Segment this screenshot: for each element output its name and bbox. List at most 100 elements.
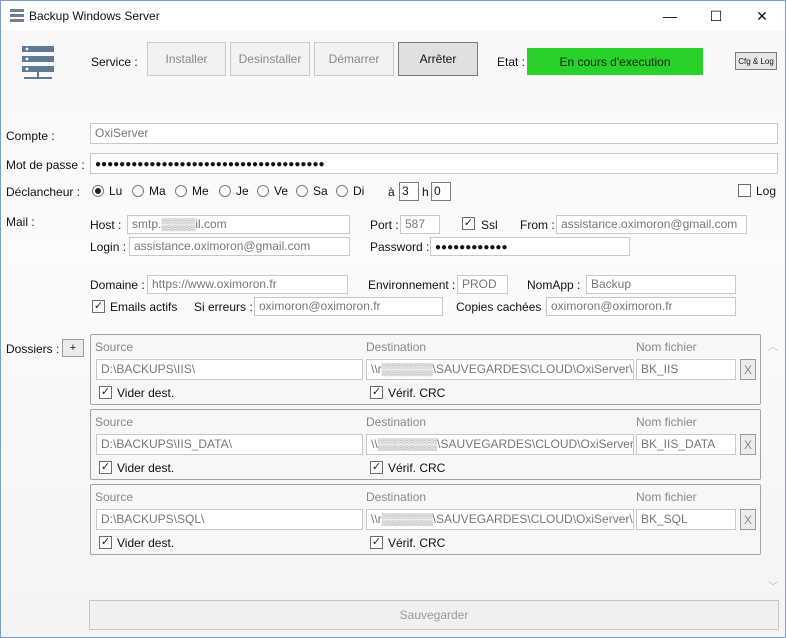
status-badge: En cours d'execution [527,48,703,75]
destination-input[interactable]: \\r▒▒▒▒▒▒\SAUVEGARDES\CLOUD\OxiServer\SQ… [366,509,634,530]
if-errors-input[interactable]: oximoron@oximoron.fr [254,297,443,316]
clear-dest-label: Vider dest. [117,461,175,475]
stop-button[interactable]: Arrêter [398,42,478,76]
filename-input[interactable]: BK_IIS_DATA [636,434,736,455]
title-bar: Backup Windows Server — ☐ ✕ [1,1,785,31]
verify-crc-label: Vérif. CRC [388,386,446,400]
environment-label: Environnement : [368,278,456,292]
uninstall-button[interactable]: Desinstaller [230,42,310,76]
remove-folder-button[interactable]: X [740,434,756,455]
window-title: Backup Windows Server [29,9,160,23]
mail-password-input[interactable]: ●●●●●●●●●●●● [430,237,630,256]
filename-input[interactable]: BK_SQL [636,509,736,530]
start-button[interactable]: Démarrer [314,42,394,76]
account-input[interactable]: OxiServer [90,123,778,144]
domain-label: Domaine : [90,278,145,292]
port-input[interactable]: 587 [400,215,440,234]
from-input[interactable]: assistance.oximoron@gmail.com [556,215,747,234]
destination-input[interactable]: \\r▒▒▒▒▒▒\SAUVEGARDES\CLOUD\OxiServer\II… [366,359,634,380]
cfg-log-button[interactable]: Cfg & Log [735,52,777,70]
server-logo-icon [22,46,54,79]
source-input[interactable]: D:\BACKUPS\IIS_DATA\ [96,434,363,455]
bcc-input[interactable]: oximoron@oximoron.fr [546,297,736,316]
state-label: Etat : [497,55,526,69]
verify-crc-checkbox[interactable]: ✓ [370,461,383,474]
radio-day-sa[interactable] [296,185,308,197]
radio-day-ma[interactable] [132,185,144,197]
appname-label: NomApp : [527,278,581,292]
from-label: From : [520,218,555,232]
day-label-me: Me [192,184,209,198]
appname-input[interactable]: Backup [586,275,736,294]
if-errors-label: Si erreurs : [194,300,253,314]
source-input[interactable]: D:\BACKUPS\IIS\ [96,359,363,380]
source-label: Source [95,490,134,504]
verify-crc-checkbox[interactable]: ✓ [370,536,383,549]
mail-password-label: Password : [370,240,430,254]
host-label: Host : [90,218,122,232]
radio-day-je[interactable] [219,185,231,197]
log-label: Log [756,184,777,198]
remove-folder-button[interactable]: X [740,359,756,380]
destination-label: Destination [366,490,427,504]
close-icon: ✕ [756,7,768,24]
folder-item: Source Destination Nom fichier D:\BACKUP… [90,409,761,480]
verify-crc-label: Vérif. CRC [388,461,446,475]
minimize-button[interactable]: — [647,1,693,31]
install-button[interactable]: Installer [147,42,226,76]
verify-crc-checkbox[interactable]: ✓ [370,386,383,399]
clear-dest-checkbox[interactable]: ✓ [99,386,112,399]
clear-dest-checkbox[interactable]: ✓ [99,536,112,549]
day-label-je: Je [236,184,249,198]
remove-icon: X [743,437,752,452]
verify-crc-label: Vérif. CRC [388,536,446,550]
clear-dest-checkbox[interactable]: ✓ [99,461,112,474]
account-label: Compte : [6,129,55,143]
destination-label: Destination [366,415,427,429]
filename-label: Nom fichier [636,340,697,354]
hour-input[interactable]: 3 [399,182,419,201]
emails-active-checkbox[interactable]: ✓ [92,300,105,313]
remove-folder-button[interactable]: X [740,509,756,530]
login-label: Login : [90,240,127,254]
h-label: h [422,185,429,199]
password-label: Mot de passe : [6,158,85,172]
radio-day-me[interactable] [175,185,187,197]
day-label-sa: Sa [313,184,328,198]
source-input[interactable]: D:\BACKUPS\SQL\ [96,509,363,530]
log-checkbox[interactable] [738,184,751,197]
add-folder-button[interactable]: + [62,339,84,357]
scroll-up-icon[interactable]: ︿ [768,338,778,353]
ssl-checkbox[interactable]: ✓ [462,217,475,230]
service-label: Service : [91,55,138,69]
scroll-down-icon[interactable]: ﹀ [768,578,778,593]
maximize-button[interactable]: ☐ [693,1,739,31]
folder-item: Source Destination Nom fichier D:\BACKUP… [90,334,761,405]
host-input[interactable]: smtp.▒▒▒▒il.com [127,215,350,234]
destination-input[interactable]: \\▒▒▒▒▒▒▒\SAUVEGARDES\CLOUD\OxiServer\II… [366,434,634,455]
minute-input[interactable]: 0 [431,182,451,201]
save-button[interactable]: Sauvegarder [89,600,779,630]
close-button[interactable]: ✕ [739,1,785,31]
radio-day-di[interactable] [336,185,348,197]
login-input[interactable]: assistance.oximoron@gmail.com [129,237,350,256]
remove-icon: X [743,512,752,527]
domain-input[interactable]: https://www.oximoron.fr [147,275,348,294]
trigger-label: Déclancheur : [6,185,81,199]
environment-input[interactable]: PROD [457,275,508,294]
bcc-label: Copies cachées : [456,300,549,314]
day-label-lu: Lu [109,184,123,198]
radio-day-ve[interactable] [257,185,269,197]
folders-label: Dossiers : [6,342,60,356]
minimize-icon: — [663,8,677,24]
mail-label: Mail : [6,215,35,229]
app-window: Backup Windows Server — ☐ ✕ Service : In… [0,0,786,638]
port-label: Port : [370,218,399,232]
plus-icon: + [69,342,77,354]
day-label-ma: Ma [149,184,166,198]
password-input[interactable]: ●●●●●●●●●●●●●●●●●●●●●●●●●●●●●●●●●●●●●● [90,153,778,174]
filename-input[interactable]: BK_IIS [636,359,736,380]
source-label: Source [95,415,134,429]
radio-day-lu[interactable] [92,185,104,197]
remove-icon: X [743,362,752,377]
